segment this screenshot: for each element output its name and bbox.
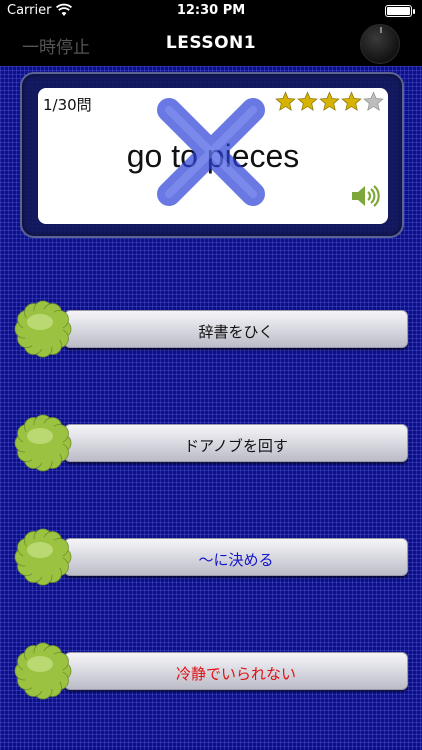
x-icon <box>157 98 265 206</box>
battery-icon <box>385 5 415 17</box>
answer-label: ～に決める <box>198 551 274 569</box>
star-filled-icon <box>275 91 296 111</box>
question-card: 1/30問 go to pieces <box>38 88 388 224</box>
status-bar: Carrier 12:30 PM <box>0 0 422 22</box>
difficulty-rating <box>275 91 384 112</box>
star-filled-icon <box>297 91 318 111</box>
quiz-area: 1/30問 go to pieces 辞書をひく ドアノブを回す～に決める 冷静… <box>0 66 422 750</box>
star-filled-icon <box>341 91 362 111</box>
question-card-frame: 1/30問 go to pieces <box>20 72 404 238</box>
answer-option[interactable]: ～に決める <box>14 528 410 586</box>
answer-option[interactable]: ドアノブを回す <box>14 414 410 472</box>
star-filled-icon <box>319 91 340 111</box>
question-counter: 1/30問 <box>43 96 92 114</box>
navigation-bar: 一時停止 LESSON1 <box>0 22 422 66</box>
answer-option[interactable]: 辞書をひく <box>14 300 410 358</box>
answer-label: 冷静でいられない <box>175 665 296 683</box>
star-empty-icon <box>363 91 384 111</box>
speaker-icon[interactable] <box>350 184 380 208</box>
answer-label: ドアノブを回す <box>184 437 288 455</box>
answer-label: 辞書をひく <box>198 323 274 341</box>
page-title: LESSON1 <box>165 33 257 53</box>
status-time: 12:30 PM <box>176 3 246 18</box>
answer-option[interactable]: 冷静でいられない <box>14 642 410 700</box>
timer-dial-icon <box>360 24 400 64</box>
